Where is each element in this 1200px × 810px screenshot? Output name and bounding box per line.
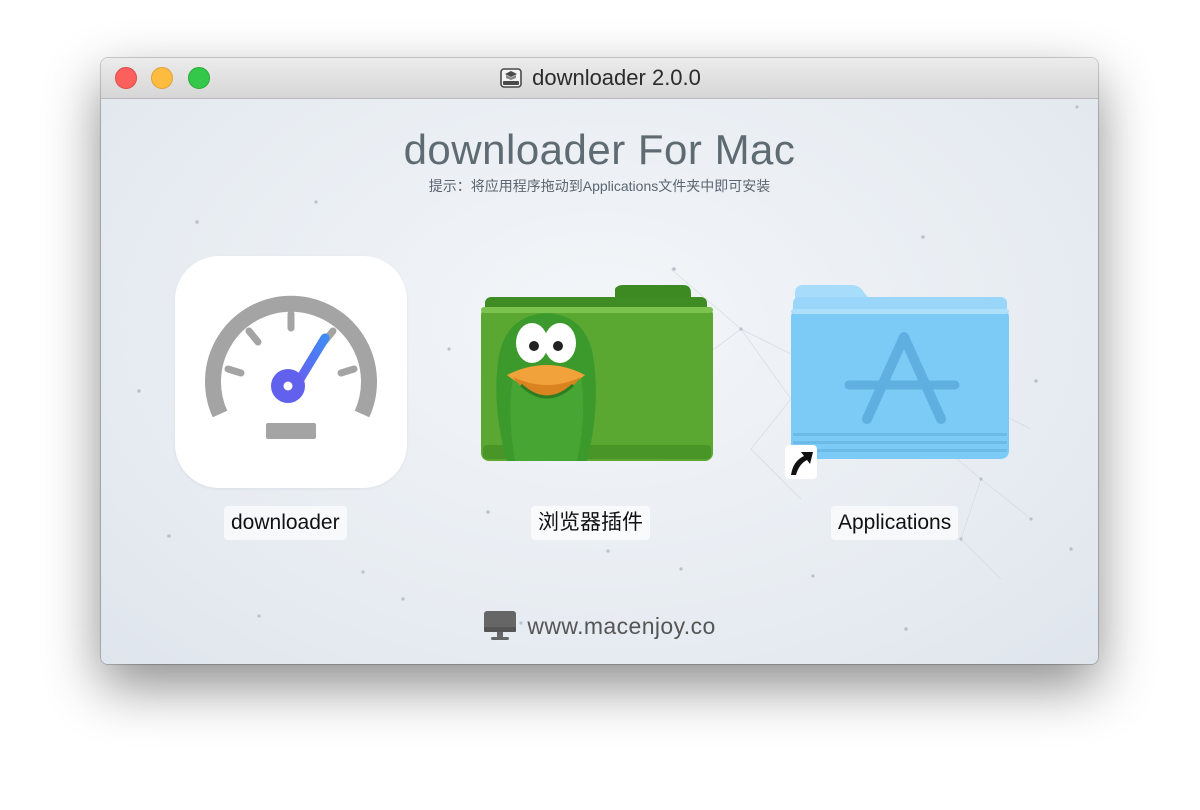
installer-heading: downloader For Mac [403, 126, 796, 173]
downloader-app-icon[interactable] [175, 256, 407, 488]
installer-background: downloader For Mac 提示：将应用程序拖动到Applicatio… [101, 99, 1098, 664]
applications-folder-glyph [791, 285, 1009, 459]
website-url[interactable]: www.macenjoy.co [527, 613, 715, 640]
footer-link[interactable]: www.macenjoy.co [101, 609, 1098, 643]
applications-label: Applications [831, 506, 959, 540]
title-bar[interactable]: downloader 2.0.0 [101, 58, 1098, 99]
speedometer-icon [205, 295, 377, 439]
disk-image-icon [500, 68, 522, 88]
installer-hint: 提示：将应用程序拖动到Applications文件夹中即可安装 [428, 178, 771, 194]
alias-arrow-icon [785, 445, 817, 479]
window-title: downloader 2.0.0 [532, 65, 701, 90]
browser-plugin-label: 浏览器插件 [531, 506, 650, 540]
green-duck-folder-icon [481, 285, 713, 461]
browser-plugin-folder-icon[interactable] [477, 285, 715, 467]
window-title-group: downloader 2.0.0 [101, 58, 1098, 98]
installer-window: downloader 2.0.0 downloader For Mac 提示：将… [101, 58, 1098, 664]
downloader-label: downloader [224, 506, 347, 540]
applications-folder-icon[interactable] [789, 285, 1011, 467]
monitor-icon [484, 611, 517, 640]
